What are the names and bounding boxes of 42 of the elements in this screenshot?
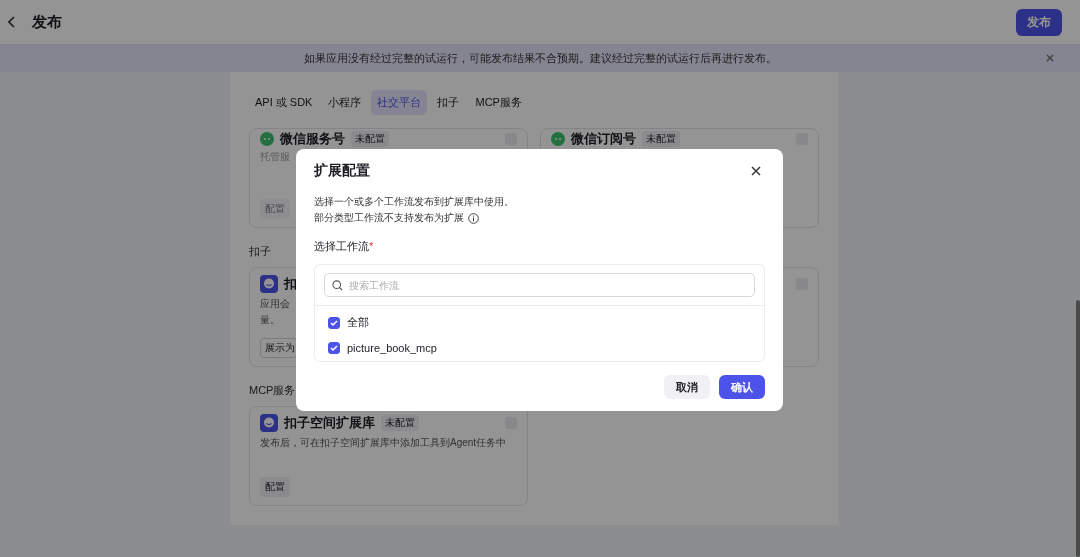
dialog-description: 部分类型工作流不支持发布为扩展 xyxy=(314,212,464,226)
card-title: 扣子空间扩展库 xyxy=(284,414,375,432)
required-mark: * xyxy=(369,240,374,252)
scrollbar-thumb[interactable] xyxy=(1076,300,1080,557)
app-icon xyxy=(260,275,278,293)
checkbox[interactable] xyxy=(328,341,340,354)
chat-icon xyxy=(551,132,565,146)
search-icon xyxy=(332,280,343,291)
back-icon[interactable] xyxy=(8,16,16,28)
option-label[interactable]: 全部 xyxy=(347,315,369,330)
tab[interactable]: MCP服务 xyxy=(469,90,528,115)
publish-button[interactable]: 发布 xyxy=(1016,8,1062,36)
card-title: 微信服务号 xyxy=(280,130,345,148)
tab[interactable]: 小程序 xyxy=(322,90,368,115)
confirm-button[interactable]: 确认 xyxy=(719,375,765,399)
dialog-description: 选择一个或多个工作流发布到扩展库中使用。 xyxy=(314,195,514,209)
section-heading: 扣子 xyxy=(249,244,271,259)
option-label[interactable]: picture_book_mcp xyxy=(347,341,437,354)
page-title: 发布 xyxy=(32,12,62,32)
dialog-title: 扩展配置 xyxy=(314,161,370,180)
app-icon xyxy=(260,414,278,432)
configure-button[interactable]: 配置 xyxy=(260,477,290,497)
status-tag: 未配置 xyxy=(642,131,680,147)
search-field[interactable]: 搜索工作流 xyxy=(324,273,755,297)
chat-icon xyxy=(260,132,274,146)
tab[interactable]: 社交平台 xyxy=(371,90,428,115)
field-label: 选择工作流 xyxy=(314,240,369,252)
section-heading: MCP服务 xyxy=(249,383,296,398)
tab[interactable]: API 或 SDK xyxy=(249,90,319,115)
card-title: 微信订阅号 xyxy=(571,130,636,148)
cancel-button[interactable]: 取消 xyxy=(664,375,710,399)
status-tag: 未配置 xyxy=(381,415,419,431)
card-description: 应用会 xyxy=(260,297,290,311)
card-description: 发布后，可在扣子空间扩展库中添加工具到Agent任务中 xyxy=(260,436,507,450)
checkbox[interactable] xyxy=(328,316,340,329)
card-title: 扣 xyxy=(284,275,297,293)
banner-text: 如果应用没有经过完整的试运行，可能发布结果不合预期。建议经过完整的试运行后再进行发布。 xyxy=(303,50,777,66)
info-icon[interactable] xyxy=(468,213,479,225)
close-icon[interactable] xyxy=(751,165,761,176)
card-description: 量。 xyxy=(260,313,280,327)
tab[interactable]: 扣子 xyxy=(431,90,466,115)
status-tag: 未配置 xyxy=(351,131,389,147)
